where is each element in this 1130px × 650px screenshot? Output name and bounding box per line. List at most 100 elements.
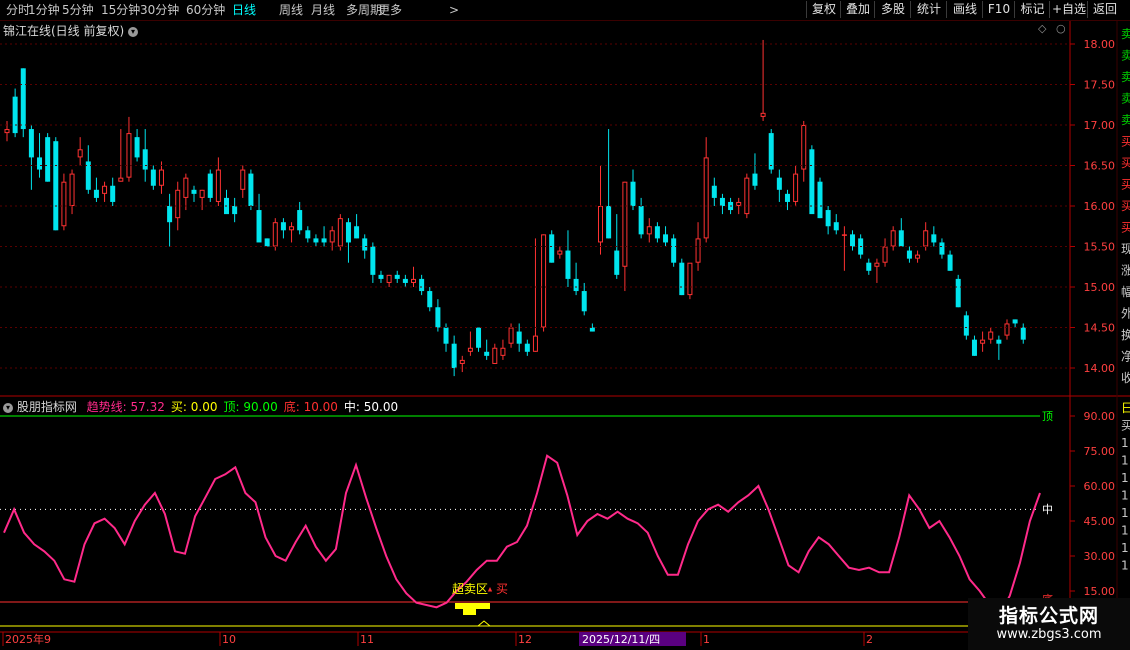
candle <box>939 238 945 259</box>
candle <box>874 258 880 283</box>
price-tick-label: 16.50 <box>1084 160 1116 173</box>
strip-char: 买 <box>1121 156 1130 170</box>
price-tick-label: 15.50 <box>1084 241 1116 254</box>
candle <box>4 120 10 142</box>
candle-body <box>882 246 888 263</box>
price-tick-label: 14.50 <box>1084 322 1116 335</box>
candle <box>419 274 425 296</box>
candle-body <box>419 278 425 292</box>
strip-char: 换 <box>1121 328 1130 342</box>
candle <box>61 173 67 231</box>
candle-body <box>484 351 490 356</box>
candle-body <box>589 327 595 332</box>
price-tick-label: 17.00 <box>1084 119 1116 132</box>
candle-body <box>573 278 579 292</box>
candle-body <box>427 291 433 308</box>
candle <box>484 339 490 360</box>
candle-body <box>557 250 563 255</box>
candle-body <box>532 335 538 352</box>
candle-body <box>1004 323 1010 336</box>
candle-body <box>150 169 156 186</box>
candle-body <box>906 250 912 259</box>
strip-char: 1 <box>1121 454 1129 468</box>
candle <box>744 173 750 219</box>
candle <box>622 181 628 292</box>
candle-body <box>297 210 303 231</box>
candle <box>801 120 807 182</box>
candle-body <box>313 238 319 243</box>
candle <box>69 169 75 215</box>
candle <box>573 262 579 296</box>
candle-body <box>402 278 408 283</box>
date-label: 11 <box>360 633 374 646</box>
candle <box>931 226 937 247</box>
candle-body <box>337 218 343 247</box>
chart-frame <box>0 21 1130 633</box>
candle <box>45 133 51 182</box>
top-label: 顶 <box>1042 410 1053 423</box>
candle-body <box>606 206 612 239</box>
buy-signal-mark <box>477 620 491 627</box>
strip-char: 1 <box>1121 541 1129 555</box>
candle-body <box>362 238 368 251</box>
candle-body <box>305 230 311 239</box>
strip-char: 卖 <box>1121 113 1130 127</box>
strip-char: 1 <box>1121 559 1129 573</box>
price-tick-label: 17.50 <box>1084 79 1116 92</box>
strip-char: 现 <box>1121 242 1130 256</box>
candle-body <box>394 274 400 279</box>
candle <box>557 246 563 259</box>
candle-body <box>541 234 547 328</box>
candle <box>760 39 766 121</box>
candle <box>841 226 847 271</box>
candle <box>630 169 636 211</box>
candle <box>768 129 774 174</box>
strip-char: 卖 <box>1121 70 1130 84</box>
candle <box>581 282 587 316</box>
strip-char: 卖 <box>1121 27 1130 41</box>
candle <box>679 258 685 296</box>
candle-body <box>703 157 709 239</box>
candle <box>866 258 872 275</box>
indicator-tick-label: 90.00 <box>1084 410 1116 423</box>
chart-canvas[interactable]: 18.00 17.50 17.00 16.50 16.00 15.50 15.00 14.50… <box>0 0 1130 650</box>
candle-body <box>614 250 620 275</box>
candle-body <box>719 197 725 206</box>
candle-body <box>4 129 10 134</box>
candle-body <box>549 234 555 263</box>
candle <box>817 177 823 219</box>
candle <box>459 355 465 373</box>
candle-body <box>833 222 839 231</box>
candlestick-series <box>4 39 1026 377</box>
candle-body <box>923 230 929 247</box>
candle-body <box>947 254 953 271</box>
candle <box>345 218 351 263</box>
candle-body <box>841 234 847 236</box>
candle <box>199 189 205 211</box>
candle-body <box>1020 327 1026 340</box>
strip-char: 买 <box>1121 221 1130 235</box>
candle-body <box>809 149 815 215</box>
indicator-tick-label: 15.00 <box>1084 585 1116 598</box>
candle <box>134 129 140 162</box>
candle <box>12 88 18 138</box>
candle-body <box>955 278 961 308</box>
candle-body <box>264 238 270 247</box>
candle-body <box>256 210 262 243</box>
candle-body <box>736 201 742 206</box>
date-label: 1 <box>703 633 710 646</box>
candle-body <box>378 274 384 279</box>
candle <box>435 299 441 332</box>
candle <box>256 193 262 243</box>
candle <box>386 274 392 287</box>
candle-body <box>476 327 482 348</box>
candle <box>224 189 230 215</box>
candle-body <box>142 149 148 170</box>
strip-char: 1 <box>1121 489 1129 503</box>
candle <box>906 246 912 263</box>
candle-body <box>980 339 986 344</box>
candle <box>565 230 571 287</box>
candle-body <box>597 206 603 243</box>
oversold-bar-tail <box>463 609 476 615</box>
strip-char: 净 <box>1121 350 1130 364</box>
